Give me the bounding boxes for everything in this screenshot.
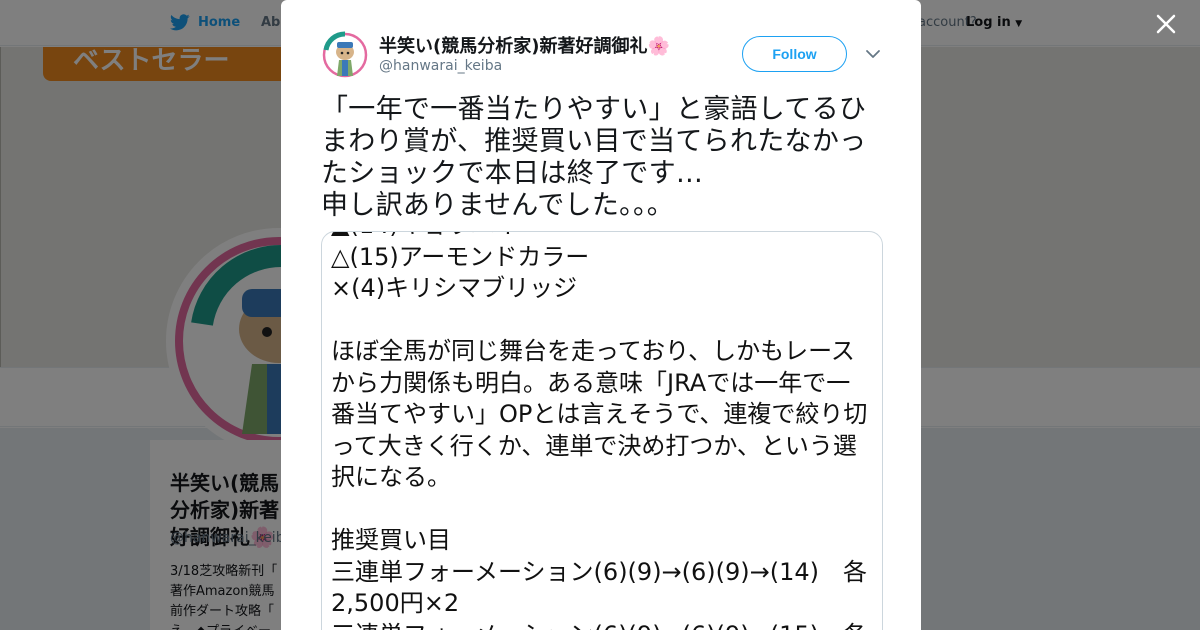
image-text-line: ×(4)キリシマブリッジ bbox=[331, 274, 578, 302]
image-text-line: 番当てやすい」OPとは言えそうで、連複で絞り切 bbox=[331, 400, 868, 428]
tweet-author-avatar[interactable] bbox=[321, 30, 369, 78]
tweet-text: 「一年で一番当たりやすい」と豪語してるひまわり賞が、推奨買い目で当てられたなかっ… bbox=[321, 94, 867, 221]
close-icon bbox=[1156, 14, 1176, 34]
tweet-header: 半笑い(競馬分析家)新著好調御礼🌸 @hanwarai_keiba Follow bbox=[321, 30, 881, 82]
follow-button[interactable]: Follow bbox=[742, 36, 847, 72]
tweet-attached-image[interactable]: ▲(14)キョウエイ △(15)アーモンドカラー ×(4)キリシマブリッジ ほぼ… bbox=[321, 231, 883, 630]
image-text-line: 三連単フォーメーション(6)(9)→(6)(9)→(14) 各 bbox=[331, 557, 868, 586]
image-text-block: ▲(14)キョウエイ △(15)アーモンドカラー ×(4)キリシマブリッジ ほぼ… bbox=[331, 232, 871, 630]
tweet-options-button[interactable] bbox=[863, 44, 883, 64]
image-text-line: 択になる。 bbox=[331, 463, 451, 491]
image-text-line: から力関係も明白。ある意味「JRAでは一年で一 bbox=[331, 368, 851, 397]
image-text-line: △(15)アーモンドカラー bbox=[331, 242, 590, 271]
close-button[interactable] bbox=[1152, 10, 1180, 38]
image-text-line: って大きく行くか、連単で決め打つか、という選 bbox=[331, 431, 857, 460]
image-text-line bbox=[331, 494, 871, 526]
tweet-author-name[interactable]: 半笑い(競馬分析家)新著好調御礼🌸 bbox=[379, 32, 670, 58]
author-avatar-illustration bbox=[321, 30, 369, 78]
image-text-line bbox=[331, 305, 871, 337]
image-text-line: 三連単フォーメーション(6)(9)→(6)(9)→(15) 各 bbox=[331, 620, 871, 630]
image-text-line: 推奨買い目 bbox=[331, 526, 451, 554]
image-text-line: ほぼ全馬が同じ舞台を走っており、しかもレース bbox=[331, 337, 855, 365]
chevron-down-icon bbox=[866, 50, 880, 58]
image-text-line: ▲(14)キョウエイ bbox=[331, 232, 871, 242]
tweet-modal: 半笑い(競馬分析家)新著好調御礼🌸 @hanwarai_keiba Follow… bbox=[281, 0, 921, 630]
image-text-line: 2,500円×2 bbox=[331, 589, 460, 617]
tweet-author-handle[interactable]: @hanwarai_keiba bbox=[379, 58, 502, 74]
